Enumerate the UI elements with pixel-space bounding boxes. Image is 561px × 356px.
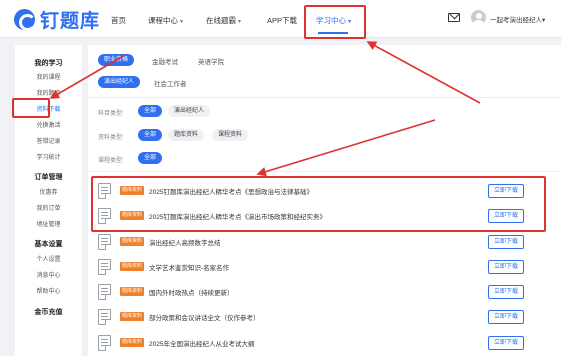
arrow-to-rows bbox=[256, 119, 436, 177]
arrow-to-downloads bbox=[49, 54, 126, 99]
annotation-arrows bbox=[49, 41, 481, 177]
arrow-to-study-center bbox=[366, 41, 481, 104]
